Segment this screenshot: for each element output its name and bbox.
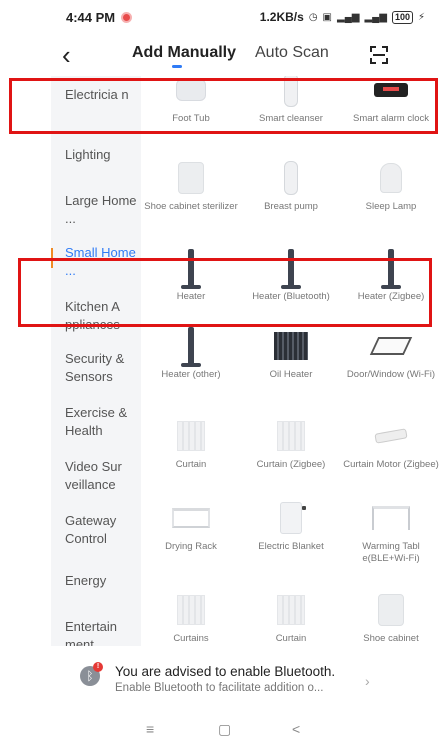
back-button[interactable]: ‹ [62, 40, 71, 70]
highlight-box-heaters [18, 258, 432, 327]
door-window-icon [369, 326, 413, 366]
device-warming-table[interactable]: Warming Tabl e(BLE+Wi-Fi) [343, 498, 439, 565]
menu-button[interactable]: ≡ [146, 721, 154, 737]
device-grid: Foot Tub Smart cleanser Smart alarm cloc… [141, 76, 447, 646]
active-tab-indicator [172, 65, 182, 68]
highlight-box-top [9, 78, 438, 134]
breast-pump-icon [271, 158, 311, 198]
nfc-icon: ▣ [322, 11, 332, 23]
curtain-icon [271, 416, 311, 456]
device-label: Electric Blanket [258, 541, 324, 552]
heater-icon [171, 326, 211, 367]
tab-add-manually[interactable]: Add Manually [132, 44, 236, 62]
system-nav-bar: ≡ ▢ < [0, 718, 447, 744]
recording-icon [121, 11, 133, 23]
device-drying-rack[interactable]: Drying Rack [143, 498, 239, 553]
sidebar-item-security[interactable]: Security & Sensors [51, 350, 141, 386]
device-label: Heater (other) [161, 369, 221, 380]
curtain-icon [171, 590, 211, 630]
alarm-icon: ◷ [308, 11, 318, 23]
device-shoe-cabinet[interactable]: Shoe cabinet [343, 590, 439, 645]
device-shoe-cabinet-sterilizer[interactable]: Shoe cabinet sterilizer [143, 158, 239, 213]
device-electric-blanket[interactable]: Electric Blanket [243, 498, 339, 553]
back-nav-button[interactable]: < [292, 721, 300, 737]
tab-auto-scan[interactable]: Auto Scan [255, 44, 329, 62]
sidebar-item-exercise[interactable]: Exercise & Health [51, 404, 141, 440]
device-door-window[interactable]: Door/Window (Wi-Fi) [343, 326, 439, 381]
curtain-icon [171, 416, 211, 456]
charging-icon: ⚡ [417, 11, 425, 23]
device-oil-heater[interactable]: Oil Heater [243, 326, 339, 381]
scan-icon[interactable] [370, 46, 388, 64]
network-speed: 1.2KB/s [259, 10, 304, 24]
device-label: Warming Tabl e(BLE+Wi-Fi) [362, 541, 420, 564]
device-sleep-lamp[interactable]: Sleep Lamp [343, 158, 439, 213]
sidebar-item-gateway[interactable]: Gateway Control [51, 512, 141, 548]
status-indicators: 1.2KB/s ◷ ▣ ▂▄▆ ▂▄▆ 100 ⚡ [260, 10, 425, 24]
device-label: Sleep Lamp [365, 201, 417, 212]
sidebar-item-lighting[interactable]: Lighting [51, 146, 141, 164]
device-label: Shoe cabinet sterilizer [144, 201, 238, 212]
shoe-cabinet-icon [371, 590, 411, 630]
device-label: Shoe cabinet [363, 633, 419, 644]
sleep-lamp-icon [371, 158, 411, 198]
warming-table-icon [371, 498, 411, 538]
drying-rack-icon [171, 498, 211, 538]
category-sidebar: Electricia n Lighting Large Home ... Sma… [51, 76, 141, 646]
device-breast-pump[interactable]: Breast pump [243, 158, 339, 213]
curtain-icon [271, 590, 311, 630]
status-bar: 4:44 PM 1.2KB/s ◷ ▣ ▂▄▆ ▂▄▆ 100 ⚡ [0, 0, 447, 34]
sidebar-item-large-home[interactable]: Large Home ... [51, 192, 141, 228]
signal-icon: ▂▄▆ [337, 11, 360, 23]
bluetooth-banner[interactable]: ᛒ ! You are advised to enable Bluetooth.… [51, 646, 401, 700]
signal-icon-2: ▂▄▆ [364, 11, 387, 23]
device-curtain-motor[interactable]: Curtain Motor (Zigbee) [343, 416, 439, 471]
status-time-group: 4:44 PM [66, 9, 133, 25]
device-label: Curtain Motor (Zigbee) [343, 459, 439, 470]
device-curtains[interactable]: Curtains [143, 590, 239, 645]
warning-badge: ! [93, 662, 103, 672]
device-heater-other[interactable]: Heater (other) [143, 326, 239, 381]
device-label: Drying Rack [165, 541, 217, 552]
banner-subtitle: Enable Bluetooth to facilitate addition … [115, 682, 324, 694]
device-label: Curtains [173, 633, 209, 644]
device-label: Breast pump [264, 201, 318, 212]
device-curtain-2[interactable]: Curtain [243, 590, 339, 645]
home-button[interactable]: ▢ [218, 721, 231, 738]
shoe-cabinet-icon [171, 158, 211, 198]
device-label: Curtain (Zigbee) [256, 459, 326, 470]
device-label: Curtain [275, 633, 307, 644]
curtain-motor-icon [371, 416, 411, 456]
oil-heater-icon [271, 326, 311, 366]
sidebar-item-energy[interactable]: Energy [51, 572, 141, 590]
device-label: Door/Window (Wi-Fi) [346, 369, 436, 380]
electric-blanket-icon [271, 498, 311, 538]
chevron-right-icon: › [365, 673, 370, 689]
device-label: Curtain [175, 459, 207, 470]
status-time: 4:44 PM [66, 9, 116, 25]
device-curtain[interactable]: Curtain [143, 416, 239, 471]
sidebar-item-entertainment[interactable]: Entertain ment [51, 618, 141, 646]
device-curtain-zigbee[interactable]: Curtain (Zigbee) [243, 416, 339, 471]
sidebar-item-video[interactable]: Video Sur veillance [51, 458, 141, 494]
device-label: Oil Heater [269, 369, 313, 380]
banner-title: You are advised to enable Bluetooth. [115, 664, 336, 679]
battery-icon: 100 [391, 10, 413, 24]
top-nav: ‹ Add Manually Auto Scan [0, 34, 447, 76]
